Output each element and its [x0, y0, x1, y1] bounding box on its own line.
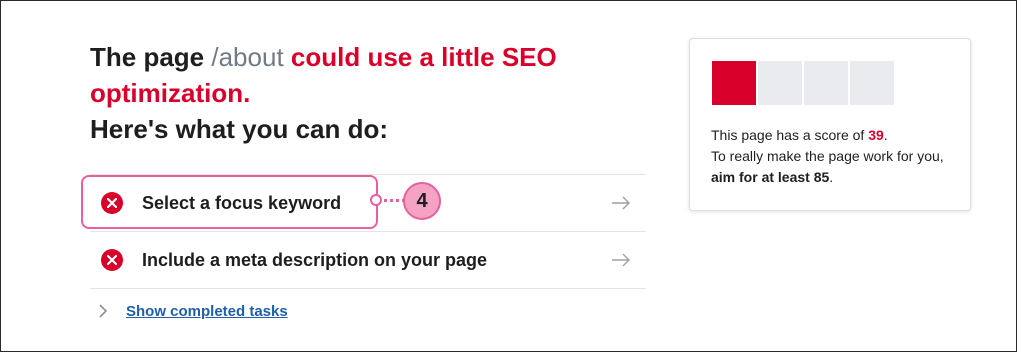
chevron-right-icon — [99, 304, 108, 318]
headline-prefix: The page — [90, 42, 205, 72]
score-meter-segment — [712, 61, 756, 105]
score-description: This page has a score of 39. To really m… — [711, 125, 961, 188]
page-frame: The page /about could use a little SEO o… — [0, 0, 1017, 352]
x-circle-icon — [101, 249, 123, 271]
score-meter-segment — [758, 61, 802, 105]
score-meter-segment — [804, 61, 848, 105]
seo-score-card: This page has a score of 39. To really m… — [689, 38, 971, 211]
page-headline: The page /about could use a little SEO o… — [90, 39, 650, 147]
callout-connector-line — [384, 199, 405, 202]
score-text-lead: This page has a score of — [711, 127, 869, 143]
score-meter-segment — [850, 61, 894, 105]
headline-subtitle: Here's what you can do: — [90, 114, 389, 144]
task-label: Include a meta description on your page — [142, 249, 488, 270]
task-meta-description[interactable]: Include a meta description on your page — [90, 232, 646, 288]
score-text-advice: To really make the page work for you, — [711, 148, 944, 164]
show-completed-link[interactable]: Show completed tasks — [126, 303, 288, 320]
score-text-punct: . — [883, 127, 888, 143]
score-text-punct: . — [829, 169, 834, 185]
callout-connector-dot — [370, 194, 382, 206]
arrow-right-icon — [612, 196, 630, 210]
score-target: aim for at least 85 — [711, 169, 830, 185]
page-path: /about — [211, 42, 284, 72]
score-value: 39 — [868, 127, 884, 143]
score-meter — [712, 61, 896, 105]
callout-highlight-box — [81, 175, 378, 229]
show-completed-toggle[interactable]: Show completed tasks — [98, 299, 288, 323]
callout-step-badge: 4 — [403, 182, 441, 220]
divider — [90, 288, 646, 289]
arrow-right-icon — [612, 253, 630, 267]
